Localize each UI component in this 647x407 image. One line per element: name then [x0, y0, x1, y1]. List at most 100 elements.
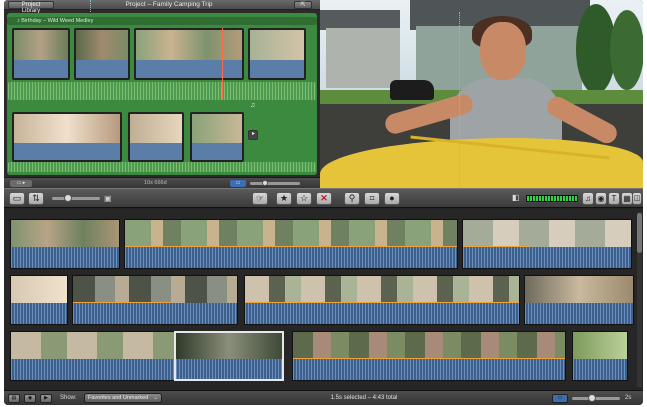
- project-clip[interactable]: [74, 28, 130, 80]
- event-clip[interactable]: [292, 331, 566, 381]
- show-filter-value: Favorites and Unmarked: [88, 395, 149, 401]
- skim-line: [90, 0, 91, 12]
- project-clip[interactable]: [12, 112, 122, 162]
- clip-thumbnail: [192, 114, 242, 143]
- project-title: Project – Family Camping Trip: [125, 1, 213, 8]
- clip-waveform: [14, 59, 68, 78]
- browser-zoom-slider[interactable]: [572, 397, 620, 400]
- crop-icon[interactable]: ⌗: [364, 192, 380, 205]
- music-note-icon: ♫: [250, 102, 256, 109]
- swap-icon[interactable]: ⇅: [28, 192, 44, 205]
- clip-thumbnail: [130, 114, 182, 143]
- clip-waveform: [463, 246, 631, 268]
- clip-thumbnail: [463, 220, 631, 247]
- event-clip-selected[interactable]: [174, 331, 284, 381]
- clip-waveform: [11, 358, 175, 380]
- add-clip-arrow-icon[interactable]: ▸: [248, 130, 258, 140]
- large-thumb-icon: ▣: [104, 194, 112, 203]
- skim-line: [459, 12, 460, 188]
- fullscreen-button[interactable]: ⇱: [294, 1, 312, 9]
- hand-tool-icon[interactable]: ☞: [252, 192, 268, 205]
- clip-thumbnail: [76, 30, 128, 60]
- event-list-icon[interactable]: ▤: [8, 394, 20, 403]
- clip-thumbnail: [176, 333, 282, 359]
- slider-knob[interactable]: [64, 194, 72, 202]
- project-clip[interactable]: [190, 112, 244, 162]
- main-toolbar: ▭ ⇅ ▣ ☞ ★ ☆ ✕ ⚲ ⌗ ● ◧ ♫ ◉ T ▦ ◫: [4, 188, 643, 208]
- clip-thumbnail: [525, 276, 633, 303]
- clip-waveform: [11, 246, 119, 268]
- slider-knob[interactable]: [588, 394, 596, 402]
- project-footer-bar: ▭ ▸ 10s 666d ▭: [4, 177, 320, 188]
- clip-thumbnail: [14, 30, 68, 60]
- reject-x-icon[interactable]: ✕: [316, 192, 332, 205]
- event-clip[interactable]: [244, 275, 520, 325]
- camera-import-icon[interactable]: ▭: [9, 192, 25, 205]
- show-label: Show:: [60, 395, 77, 401]
- info-icon[interactable]: ●: [384, 192, 400, 205]
- event-bottom-bar: ▤ ◉ ▶ Show: Favorites and Unmarked ⌄ 1.5…: [4, 390, 643, 405]
- clip-thumbnail: [14, 114, 120, 143]
- background-music-track[interactable]: ♪ Birthday – Wild Weed Medley: [7, 17, 317, 25]
- zoom-value: 2s: [625, 395, 632, 401]
- clip-thumbnail: [125, 220, 457, 247]
- clip-thumbnail: [250, 30, 304, 60]
- voiceover-icon[interactable]: ◧: [512, 193, 520, 202]
- clip-thumbnail: [11, 276, 67, 303]
- event-clip[interactable]: [10, 331, 176, 381]
- transitions-icon[interactable]: ◫: [632, 192, 642, 205]
- photo-icon[interactable]: ◉: [595, 192, 607, 205]
- person-face: [480, 22, 526, 80]
- music-track-label: Birthday – Wild Weed Medley: [21, 18, 94, 24]
- clip-waveform: [125, 246, 457, 268]
- clip-waveform: [14, 142, 120, 160]
- zoom-button[interactable]: ▭: [230, 180, 246, 187]
- clip-waveform: [250, 59, 304, 78]
- event-clip[interactable]: [524, 275, 634, 325]
- playhead[interactable]: [222, 28, 223, 100]
- favorite-star-icon[interactable]: ★: [276, 192, 292, 205]
- clip-thumbnail: [293, 332, 565, 359]
- view-toggle-button[interactable]: ▭ ▸: [10, 180, 32, 187]
- clip-thumbnail: [573, 332, 627, 359]
- house: [326, 28, 400, 88]
- video-viewer[interactable]: [320, 0, 643, 188]
- clip-waveform: [130, 142, 182, 160]
- clip-waveform: [76, 59, 128, 78]
- project-editor: Project Library Project – Family Camping…: [4, 0, 320, 188]
- camera-icon[interactable]: ◉: [24, 394, 36, 403]
- event-clip[interactable]: [124, 219, 458, 269]
- event-clip[interactable]: [10, 219, 120, 269]
- project-clip[interactable]: [128, 112, 184, 162]
- thumbnail-zoom-slider[interactable]: [52, 197, 100, 200]
- play-icon[interactable]: ▶: [40, 394, 52, 403]
- music-waveform: [8, 82, 316, 100]
- event-clip[interactable]: [72, 275, 238, 325]
- clip-waveform: [573, 358, 627, 380]
- chevron-down-icon: ⌄: [153, 395, 158, 401]
- project-clip[interactable]: [134, 28, 244, 80]
- music-icon[interactable]: ♫: [582, 192, 594, 205]
- clip-thumbnail: [11, 332, 175, 359]
- title-icon[interactable]: T: [608, 192, 620, 205]
- slider-knob[interactable]: [262, 180, 268, 186]
- event-browser: [4, 209, 643, 390]
- project-zoom-slider[interactable]: [250, 182, 300, 185]
- keyword-icon[interactable]: ⚲: [344, 192, 360, 205]
- clip-waveform: [525, 302, 633, 324]
- project-library-button[interactable]: Project Library: [8, 1, 54, 14]
- unmark-star-icon[interactable]: ☆: [296, 192, 312, 205]
- music-waveform: [8, 162, 316, 172]
- clip-thumbnail: [245, 276, 519, 303]
- show-filter-select[interactable]: Favorites and Unmarked ⌄: [84, 393, 162, 403]
- scrollbar-thumb[interactable]: [637, 213, 642, 253]
- zoom-button[interactable]: ▭: [552, 394, 568, 403]
- event-clip[interactable]: [462, 219, 632, 269]
- parked-car: [390, 80, 434, 100]
- project-clip[interactable]: [248, 28, 306, 80]
- clip-waveform: [11, 302, 67, 324]
- clip-waveform: [245, 302, 519, 324]
- event-clip[interactable]: [572, 331, 628, 381]
- event-clip[interactable]: [10, 275, 68, 325]
- project-clip[interactable]: [12, 28, 70, 80]
